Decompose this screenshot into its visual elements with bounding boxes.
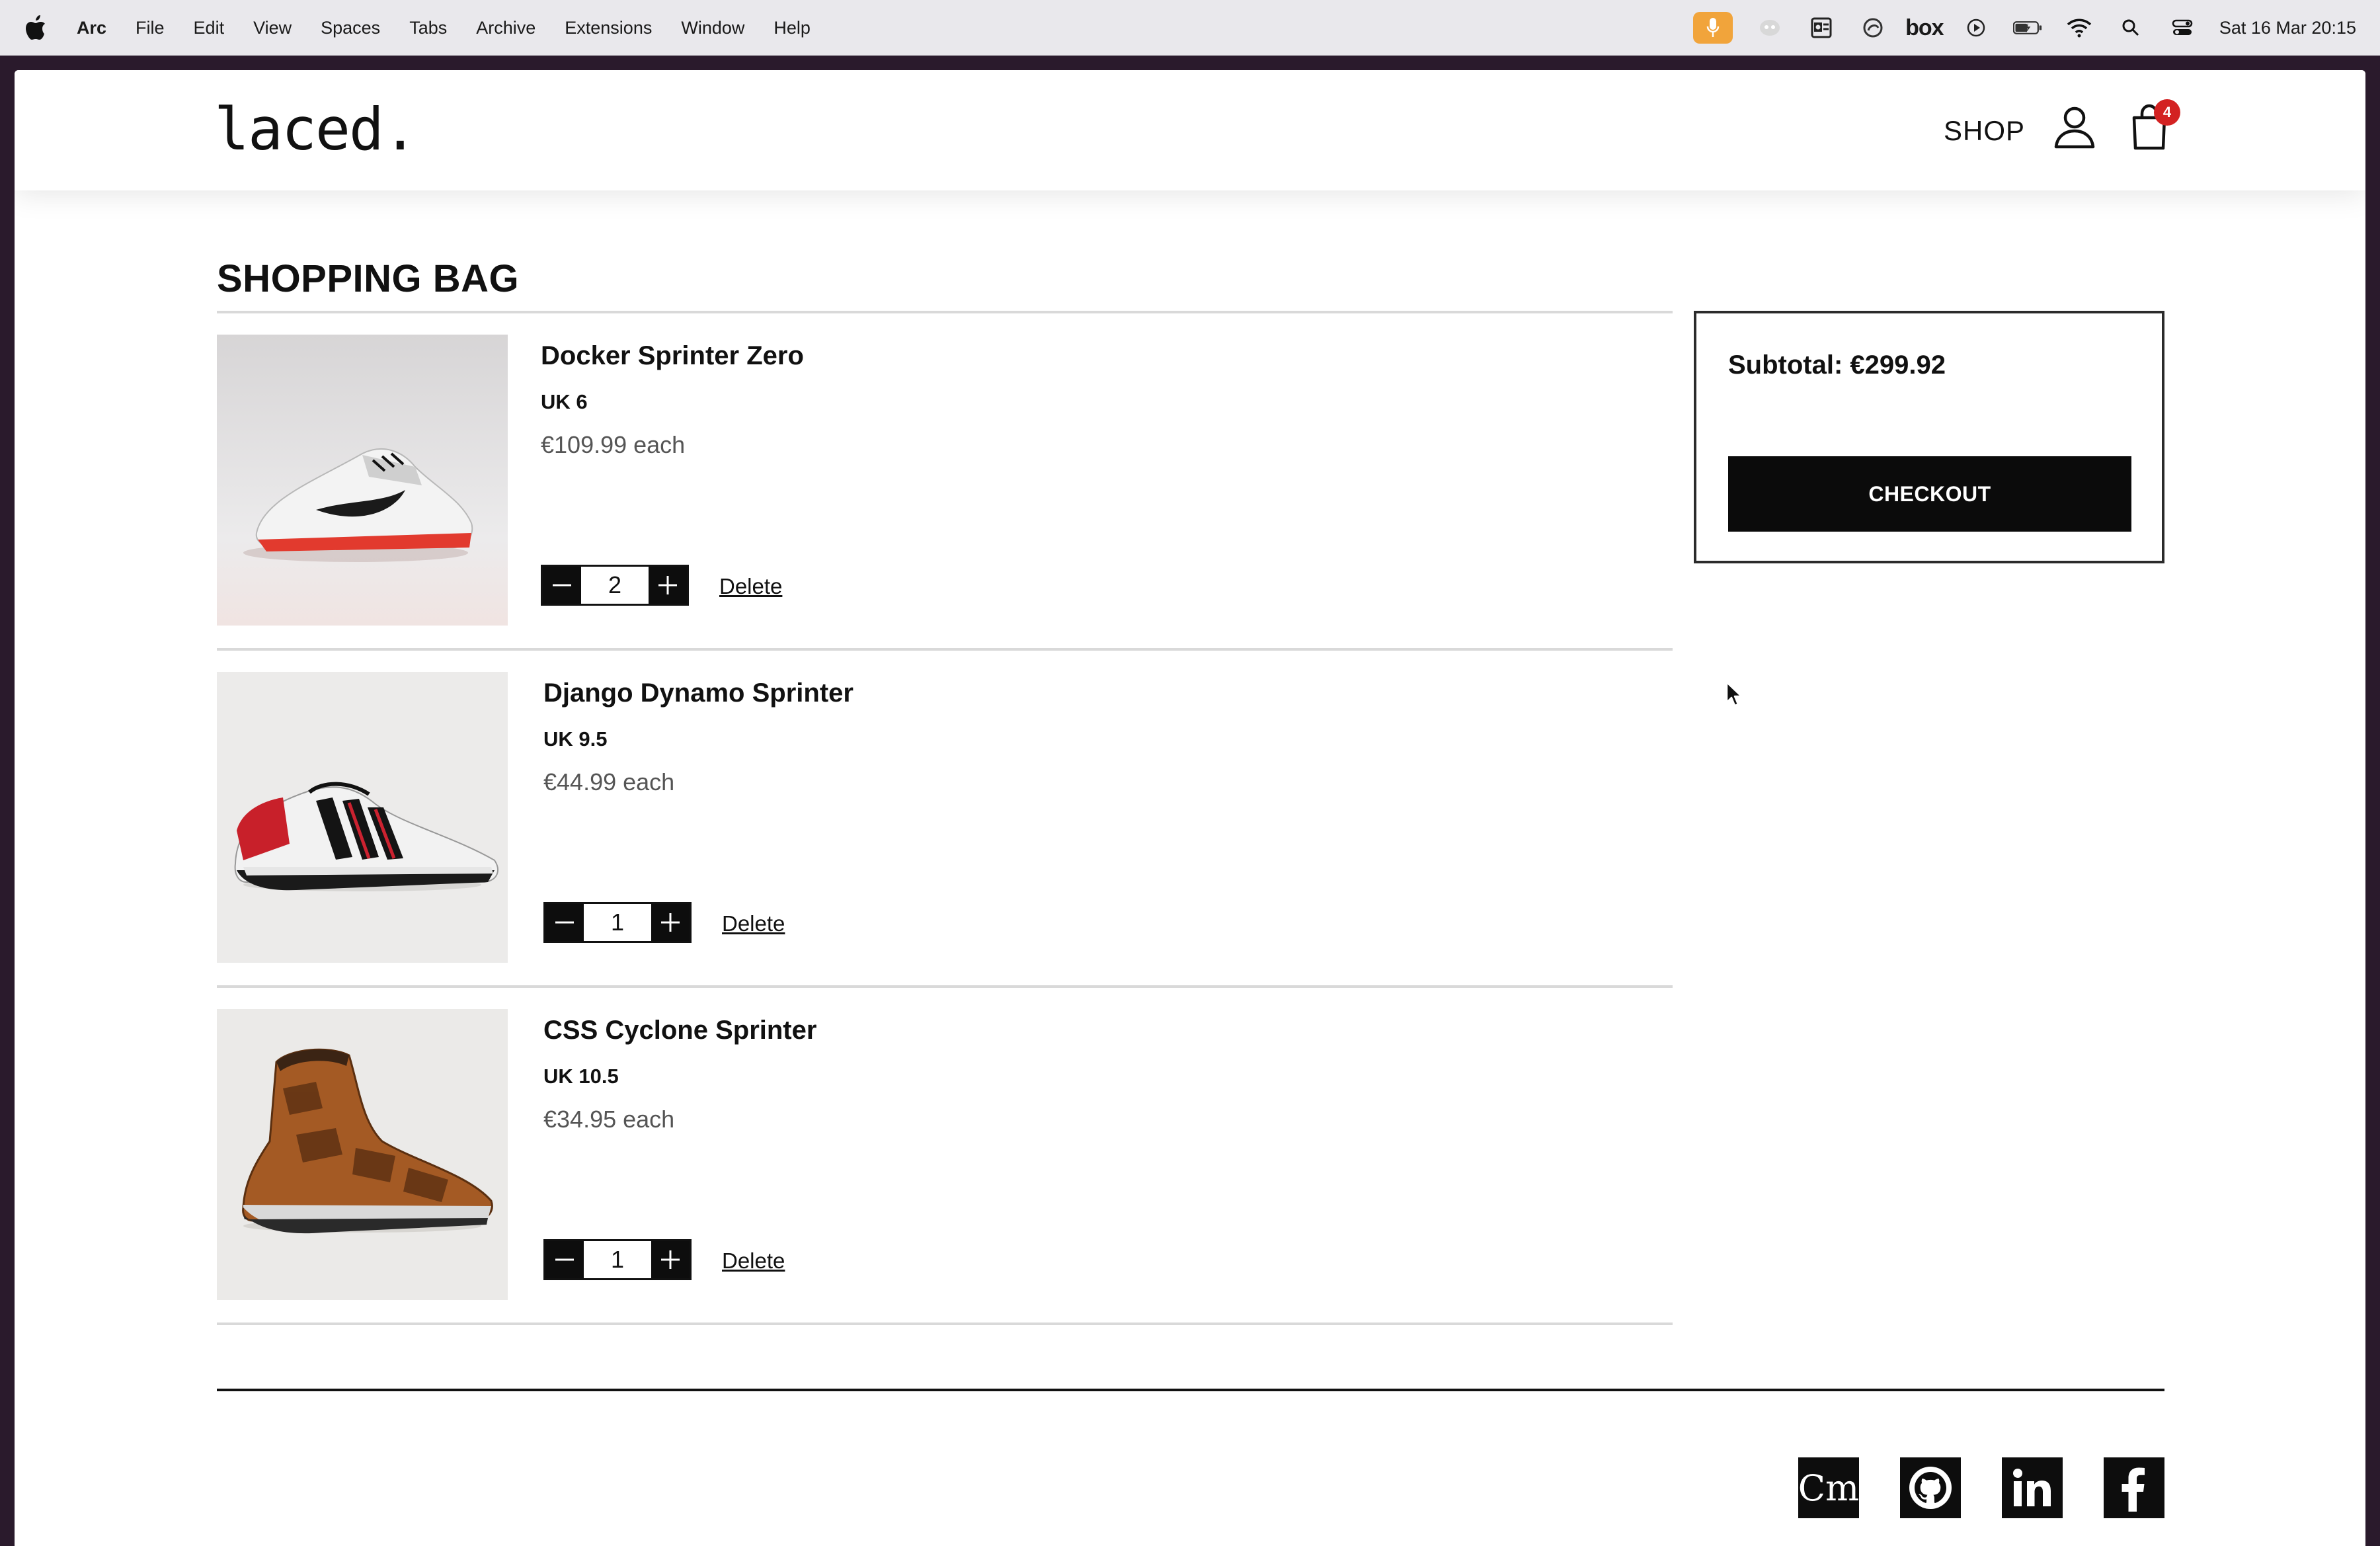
- play-icon[interactable]: [1962, 15, 1991, 41]
- item-price: €109.99 each: [541, 431, 686, 458]
- minus-icon: [553, 584, 571, 587]
- search-icon[interactable]: [2116, 15, 2145, 41]
- minus-icon: [555, 1258, 574, 1261]
- quantity-input[interactable]: 1: [584, 904, 651, 941]
- nav-shop-link[interactable]: SHOP: [1944, 115, 2025, 147]
- linkedin-icon[interactable]: [2002, 1457, 2063, 1518]
- quantity-stepper: 2: [541, 565, 689, 606]
- menubar-clock[interactable]: Sat 16 Mar 20:15: [2219, 18, 2356, 38]
- battery-icon[interactable]: [2012, 15, 2042, 41]
- brown-hiking-boot-image[interactable]: [217, 1009, 508, 1300]
- minus-icon: [555, 921, 574, 924]
- menu-archive[interactable]: Archive: [476, 18, 536, 38]
- quantity-input[interactable]: 1: [584, 1241, 651, 1278]
- item-price: €44.99 each: [543, 768, 675, 795]
- shield-icon[interactable]: [1755, 15, 1784, 41]
- control-center-icon[interactable]: [2168, 15, 2197, 41]
- microphone-icon[interactable]: [1692, 12, 1733, 44]
- decrease-quantity-button[interactable]: [543, 567, 581, 604]
- menu-spaces[interactable]: Spaces: [321, 18, 380, 38]
- quantity-stepper: 1: [543, 902, 692, 943]
- footer-divider: [217, 1389, 2164, 1391]
- item-size: UK 9.5: [543, 727, 608, 751]
- mouse-cursor-icon: [1724, 681, 1744, 708]
- menu-view[interactable]: View: [253, 18, 292, 38]
- outlook-icon[interactable]: [1807, 15, 1836, 41]
- status-area: box Sat 16 Mar 20:15: [1692, 12, 2356, 44]
- menu-edit[interactable]: Edit: [194, 18, 225, 38]
- site-logo[interactable]: laced.: [214, 95, 418, 163]
- menu-window[interactable]: Window: [681, 18, 744, 38]
- account-icon[interactable]: [2052, 104, 2097, 149]
- item-name[interactable]: CSS Cyclone Sprinter: [543, 1016, 816, 1045]
- white-red-black-striped-shoe-image[interactable]: [217, 672, 508, 963]
- white-running-shoe-image[interactable]: [217, 335, 508, 626]
- facebook-icon[interactable]: [2104, 1457, 2164, 1518]
- subtotal: Subtotal: €299.92: [1728, 350, 1946, 380]
- menu-file[interactable]: File: [136, 18, 165, 38]
- codementor-icon[interactable]: Cm: [1798, 1457, 1859, 1518]
- plus-icon: [661, 1250, 680, 1269]
- cart-count-badge: 4: [2154, 99, 2180, 126]
- increase-quantity-button[interactable]: [651, 904, 690, 941]
- quantity-input[interactable]: 2: [581, 567, 649, 604]
- cart-item: Docker Sprinter Zero UK 6 €109.99 each 2…: [217, 313, 1673, 651]
- wifi-icon[interactable]: [2065, 15, 2094, 41]
- delete-item-link[interactable]: Delete: [722, 911, 785, 936]
- page-title: SHOPPING BAG: [217, 257, 520, 300]
- order-summary: Subtotal: €299.92 CHECKOUT: [1694, 311, 2164, 563]
- delete-item-link[interactable]: Delete: [722, 1248, 785, 1274]
- menu-bar: Arc File Edit View Spaces Tabs Archive E…: [0, 0, 2380, 56]
- item-name[interactable]: Docker Sprinter Zero: [541, 341, 804, 371]
- cart-items-list: Docker Sprinter Zero UK 6 €109.99 each 2…: [217, 311, 1673, 1325]
- increase-quantity-button[interactable]: [651, 1241, 690, 1278]
- item-name[interactable]: Django Dynamo Sprinter: [543, 678, 853, 708]
- menu-tabs[interactable]: Tabs: [409, 18, 447, 38]
- item-size: UK 6: [541, 390, 588, 413]
- menu-help[interactable]: Help: [774, 18, 811, 38]
- github-icon[interactable]: [1900, 1457, 1961, 1518]
- apple-icon[interactable]: [24, 15, 48, 41]
- decrease-quantity-button[interactable]: [545, 904, 584, 941]
- cart-item: Django Dynamo Sprinter UK 9.5 €44.99 eac…: [217, 651, 1673, 988]
- menu-extensions[interactable]: Extensions: [565, 18, 652, 38]
- cart-item: CSS Cyclone Sprinter UK 10.5 €34.95 each…: [217, 988, 1673, 1325]
- item-size: UK 10.5: [543, 1065, 619, 1088]
- arc-icon[interactable]: [1858, 15, 1887, 41]
- box-label: box: [1905, 15, 1944, 40]
- site-header: laced. SHOP 4: [15, 70, 2365, 190]
- item-price: €34.95 each: [543, 1106, 675, 1133]
- checkout-button[interactable]: CHECKOUT: [1728, 456, 2131, 532]
- browser-window: laced. SHOP 4 SHOPPING BAG Docker Sprint…: [15, 70, 2365, 1546]
- plus-icon: [658, 576, 677, 594]
- delete-item-link[interactable]: Delete: [719, 574, 782, 599]
- box-icon[interactable]: box: [1905, 15, 1944, 41]
- plus-icon: [661, 913, 680, 932]
- decrease-quantity-button[interactable]: [545, 1241, 584, 1278]
- quantity-stepper: 1: [543, 1239, 692, 1280]
- menu-app-name[interactable]: Arc: [77, 18, 106, 38]
- increase-quantity-button[interactable]: [649, 567, 687, 604]
- codementor-label: Cm: [1798, 1467, 1860, 1509]
